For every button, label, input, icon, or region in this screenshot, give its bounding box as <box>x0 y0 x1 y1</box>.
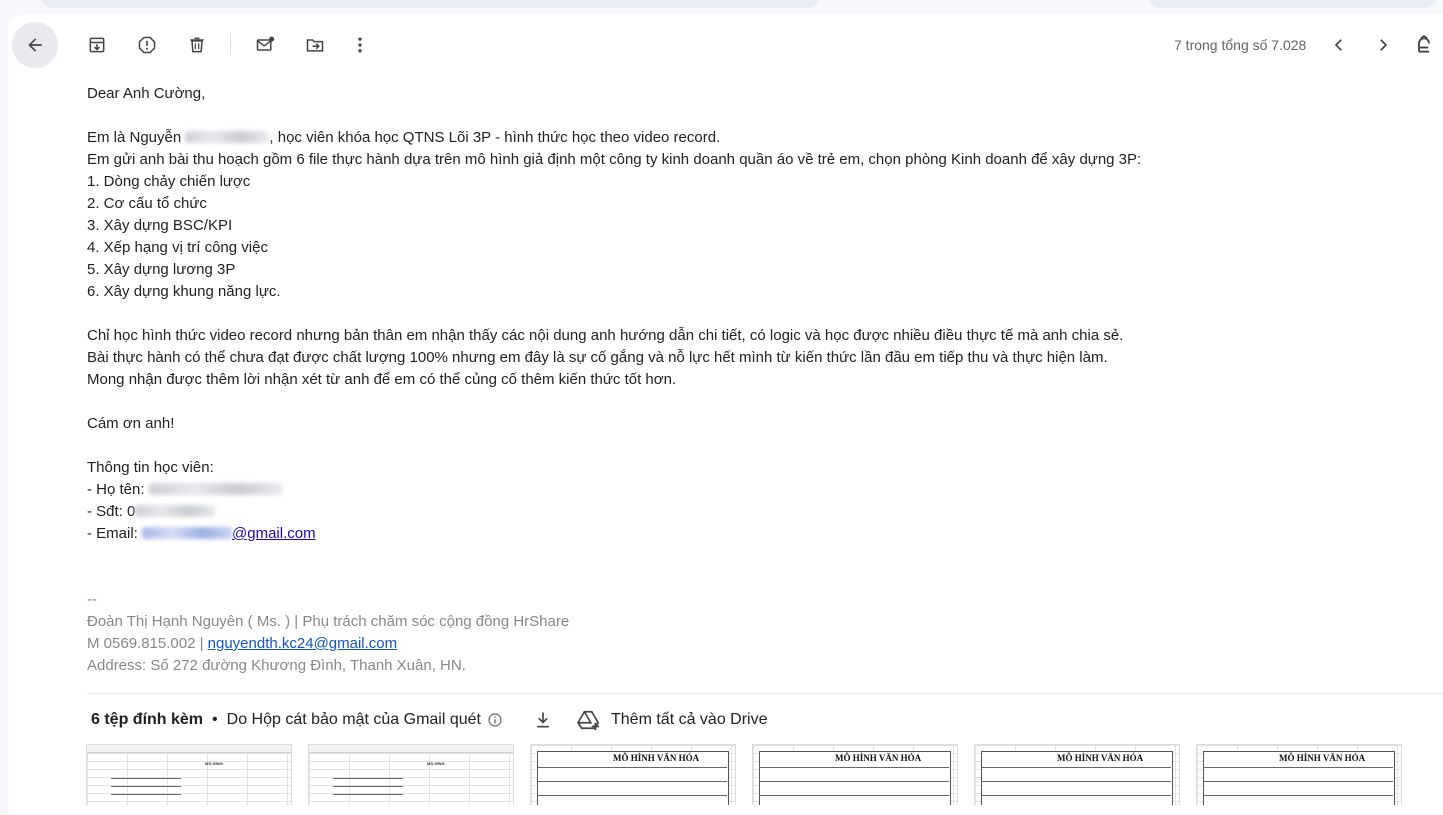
pagination-count: 7 trong tổng số 7.028 <box>1174 37 1307 53</box>
delete-button[interactable] <box>177 25 217 65</box>
list-item: 4. Xếp hạng vị trí công việc <box>87 239 268 256</box>
download-all-icon[interactable] <box>533 710 553 730</box>
sheet-header-row <box>309 745 513 753</box>
thanks-line: Cám ơn anh! <box>87 415 175 432</box>
report-spam-icon <box>138 36 156 54</box>
add-all-to-drive-button[interactable]: Thêm tất cả vào Drive <box>611 711 768 729</box>
mark-unread-button[interactable] <box>245 25 285 65</box>
attachment-thumbnail[interactable]: MÔ HÌNH: <box>308 744 514 805</box>
info-email: - Email: @gmail.com <box>87 525 316 542</box>
info-name: - Họ tên: <box>87 479 1141 501</box>
separator-dot: • <box>212 711 218 728</box>
sheet-line <box>333 786 403 787</box>
list-item: 3. Xây dựng BSC/KPI <box>87 217 233 234</box>
doc-rule <box>759 781 949 782</box>
archive-icon <box>89 37 105 53</box>
sheet-title: MÔ HÌNH: <box>205 761 224 766</box>
doc-title: MÔ HÌNH VĂN HÓA <box>1279 753 1366 763</box>
search-bar-edge <box>40 0 820 8</box>
back-button[interactable] <box>12 22 58 68</box>
signature-dashes: -- <box>87 591 97 608</box>
redacted-name <box>185 131 270 143</box>
attachment-thumbnail[interactable]: MÔ HÌNH VĂN HÓA <box>1196 744 1402 805</box>
archive-button[interactable] <box>77 25 117 65</box>
doc-rule <box>759 795 949 796</box>
attachment-count: 6 tệp đính kèm <box>91 711 204 728</box>
signature-email-link[interactable]: nguyendth.kc24@gmail.com <box>208 635 398 652</box>
delete-icon <box>190 37 204 53</box>
doc-title: MÔ HÌNH VĂN HÓA <box>1057 753 1144 763</box>
list-item: 2. Cơ cấu tổ chức <box>87 195 207 212</box>
doc-rule <box>759 767 949 768</box>
intro-line: Em là Nguyễn , học viên khóa học QTNS Lõ… <box>87 129 721 146</box>
sheet-line <box>111 794 181 795</box>
redacted-phone <box>135 505 216 517</box>
attachments-divider <box>87 693 1443 694</box>
move-to-icon <box>306 39 324 52</box>
message-toolbar: 7 trong tổng số 7.028 <box>8 15 1443 75</box>
sheet-line <box>111 778 181 779</box>
doc-title: MÔ HÌNH VĂN HÓA <box>613 753 700 763</box>
info-icon[interactable] <box>487 712 503 728</box>
paragraph: Bài thực hành có thể chưa đạt được chất … <box>87 349 1108 366</box>
signature-address: Address: Số 272 đường Khương Đình, Thanh… <box>87 657 466 674</box>
attachment-thumbnail[interactable]: MÔ HÌNH VĂN HÓA <box>752 744 958 805</box>
attachment-thumbnail[interactable]: MÔ HÌNH: <box>86 744 292 805</box>
newer-button[interactable] <box>1319 25 1359 65</box>
sheet-line <box>333 778 403 779</box>
doc-title: MÔ HÌNH VĂN HÓA <box>835 753 922 763</box>
doc-rule <box>981 795 1171 796</box>
add-to-drive-icon[interactable] <box>577 709 601 731</box>
toolbar-divider <box>230 33 231 55</box>
more-vert-icon <box>358 37 362 53</box>
older-button[interactable] <box>1363 25 1403 65</box>
header-pill-edge <box>1148 0 1438 8</box>
input-tools-icon <box>1418 35 1430 53</box>
doc-rule <box>537 767 727 768</box>
attachment-thumbnail[interactable]: MÔ HÌNH VĂN HÓA <box>530 744 736 805</box>
list-item: 1. Dòng chảy chiến lược <box>87 173 251 190</box>
email-view-panel: 7 trong tổng số 7.028 Dear Anh Cường, Em… <box>8 15 1443 815</box>
intro-line-2: Em gửi anh bài thu hoạch gồm 6 file thực… <box>87 151 1142 168</box>
doc-rule <box>981 767 1171 768</box>
student-email-link[interactable]: @gmail.com <box>142 525 316 542</box>
attachments-header: 6 tệp đính kèm • Do Hộp cát bảo mật của … <box>91 708 768 732</box>
email-body: Dear Anh Cường, Em là Nguyễn , học viên … <box>87 83 1141 677</box>
doc-rule <box>1203 781 1393 782</box>
chevron-right-icon <box>1380 39 1388 51</box>
doc-rule <box>1203 767 1393 768</box>
attachment-thumbnail[interactable]: MÔ HÌNH VĂN HÓA <box>974 744 1180 805</box>
scan-note: Do Hộp cát bảo mật của Gmail quét <box>226 711 481 728</box>
greeting: Dear Anh Cường, <box>87 85 206 102</box>
info-phone: - Sđt: 0 <box>87 501 1141 523</box>
doc-rule <box>537 795 727 796</box>
doc-rule <box>981 781 1171 782</box>
list-item: 5. Xây dựng lương 3P <box>87 261 236 278</box>
sheet-preview <box>87 745 291 805</box>
doc-rule <box>537 781 727 782</box>
more-options-button[interactable] <box>340 25 380 65</box>
move-to-button[interactable] <box>295 25 335 65</box>
paragraph: Chỉ học hình thức video record nhưng bản… <box>87 327 1124 344</box>
chevron-left-icon <box>1334 39 1342 51</box>
input-tools-button[interactable] <box>1406 25 1442 65</box>
info-title: Thông tin học viên: <box>87 459 214 476</box>
report-spam-button[interactable] <box>127 25 167 65</box>
doc-rule <box>1203 795 1393 796</box>
sheet-line <box>111 786 181 787</box>
sheet-line <box>333 794 403 795</box>
mark-unread-icon <box>256 36 275 51</box>
signature-contact: M 0569.815.002 | nguyendth.kc24@gmail.co… <box>87 635 398 652</box>
list-item: 6. Xây dựng khung năng lực. <box>87 283 281 300</box>
sheet-title: MÔ HÌNH: <box>427 761 446 766</box>
paragraph: Mong nhận được thêm lời nhận xét từ anh … <box>87 371 677 388</box>
sheet-header-row <box>87 745 291 753</box>
redacted-email <box>142 527 233 539</box>
sheet-preview <box>309 745 513 805</box>
arrow-back-icon <box>28 38 42 52</box>
signature-name: Đoàn Thị Hạnh Nguyên ( Ms. ) | Phụ trách… <box>87 613 570 630</box>
redacted-fullname <box>148 483 283 495</box>
